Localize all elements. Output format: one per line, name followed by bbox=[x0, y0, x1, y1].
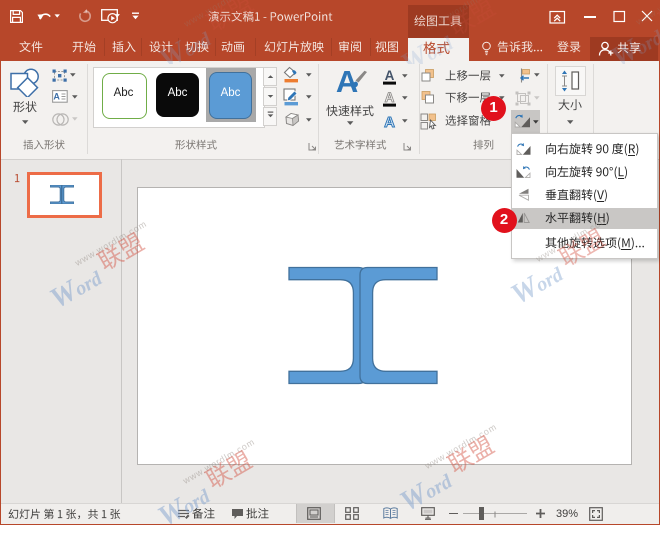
svg-text:Word: Word bbox=[606, 19, 660, 64]
svg-text:www.wordlm.com: www.wordlm.com bbox=[633, 0, 660, 27]
svg-text:Word: Word bbox=[154, 21, 217, 64]
